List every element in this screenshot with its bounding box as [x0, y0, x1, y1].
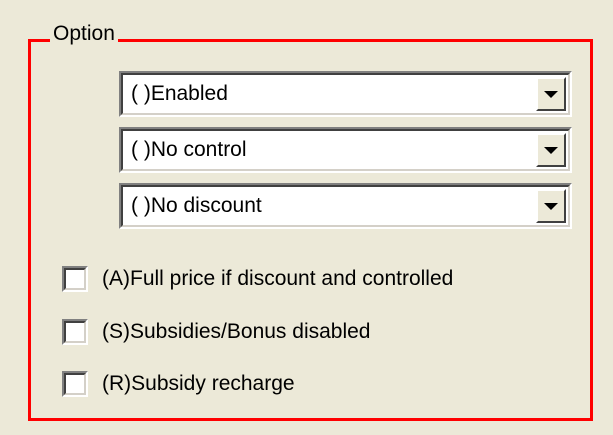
discount-combo[interactable]: ( )No discount — [119, 183, 572, 229]
chevron-down-icon[interactable] — [536, 133, 566, 167]
full-price-checkbox[interactable] — [62, 266, 88, 292]
subsidy-recharge-checkbox-label[interactable]: (R)Subsidy recharge — [102, 369, 295, 399]
full-price-checkbox-label[interactable]: (A)Full price if discount and controlled — [102, 264, 453, 294]
status-combo[interactable]: ( )Enabled — [119, 71, 572, 117]
subsidies-disabled-checkbox-label[interactable]: (S)Subsidies/Bonus disabled — [102, 317, 371, 347]
subsidy-recharge-checkbox[interactable] — [62, 371, 88, 397]
control-combo[interactable]: ( )No control — [119, 127, 572, 173]
control-combo-value: ( )No control — [131, 138, 247, 161]
subsidies-disabled-checkbox[interactable] — [62, 319, 88, 345]
chevron-down-icon[interactable] — [536, 189, 566, 223]
status-combo-value: ( )Enabled — [131, 82, 228, 105]
discount-combo-value: ( )No discount — [131, 194, 262, 217]
option-group-title: Option — [50, 19, 118, 49]
chevron-down-icon[interactable] — [536, 77, 566, 111]
